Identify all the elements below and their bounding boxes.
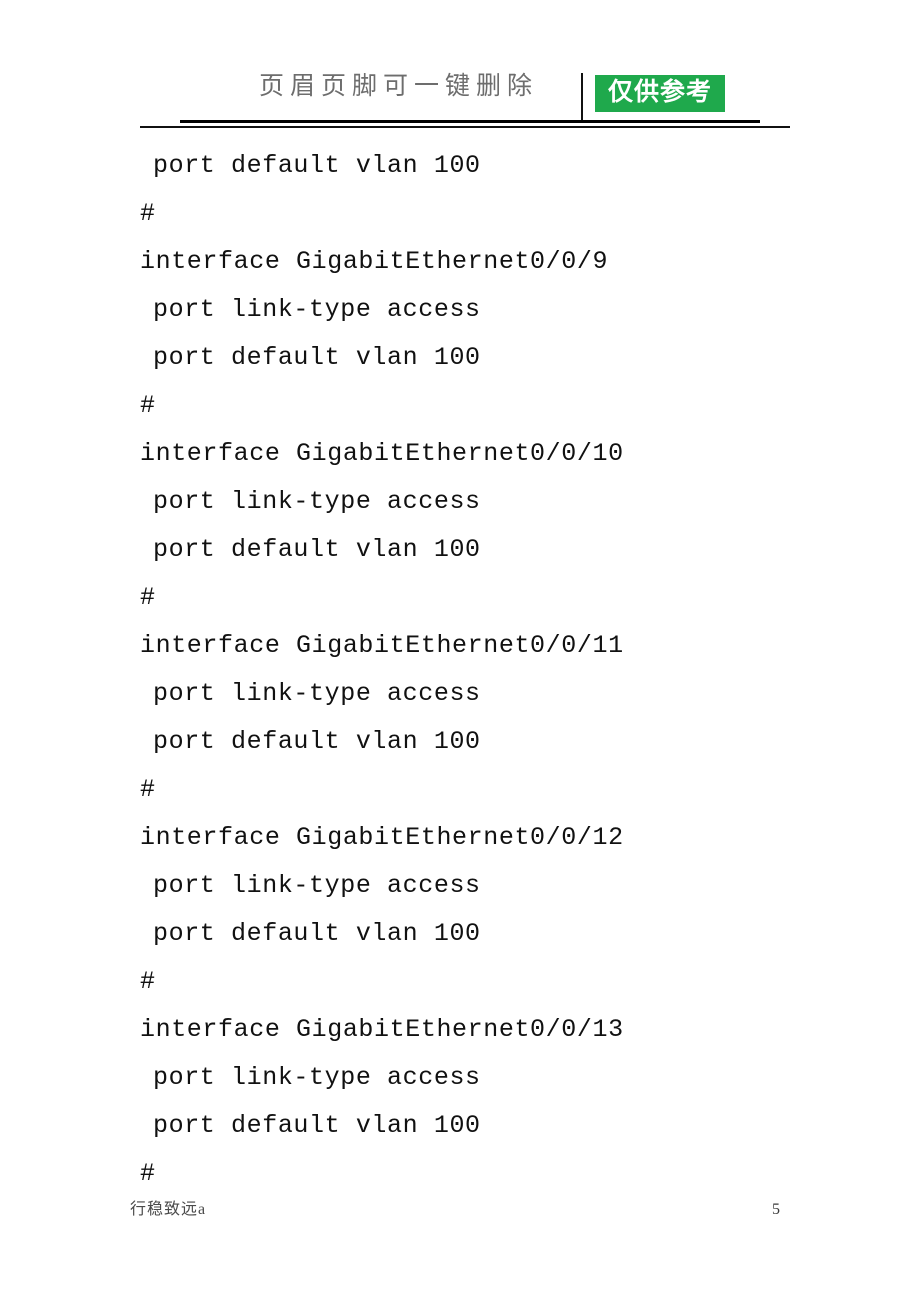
header-note-text: 页眉页脚可一键删除 [258, 73, 538, 100]
config-line: # [140, 967, 156, 996]
config-line: interface GigabitEthernet0/0/13 [140, 1015, 624, 1044]
config-line: interface GigabitEthernet0/0/11 [140, 631, 624, 660]
header-rule-outer [140, 126, 790, 128]
config-line: port link-type access [153, 679, 481, 708]
config-line: # [140, 1159, 156, 1188]
config-line: interface GigabitEthernet0/0/9 [140, 247, 609, 276]
page-header: 页眉页脚可一键删除 仅供参考 [0, 0, 920, 132]
config-line: port default vlan 100 [153, 151, 481, 180]
config-line: port default vlan 100 [153, 343, 481, 372]
config-line: port link-type access [153, 1063, 481, 1092]
config-line: # [140, 775, 156, 804]
config-line: port link-type access [153, 871, 481, 900]
page-footer: 行稳致远a 5 [0, 1198, 920, 1238]
header-content: 页眉页脚可一键删除 仅供参考 [140, 62, 790, 124]
config-line: port link-type access [153, 487, 481, 516]
config-line: # [140, 391, 156, 420]
document-page: 页眉页脚可一键删除 仅供参考 port default vlan 100 # int… [0, 0, 920, 1302]
config-line: # [140, 199, 156, 228]
header-rule-inner [180, 120, 760, 123]
config-line: interface GigabitEthernet0/0/10 [140, 439, 624, 468]
config-line: interface GigabitEthernet0/0/12 [140, 823, 624, 852]
config-line: port default vlan 100 [153, 1111, 481, 1140]
config-line: # [140, 583, 156, 612]
config-line: port default vlan 100 [153, 919, 481, 948]
reference-only-badge: 仅供参考 [595, 75, 726, 112]
config-line: port default vlan 100 [153, 727, 481, 756]
page-number: 5 [772, 1201, 780, 1218]
footer-watermark-text: 行稳致远a [130, 1201, 207, 1218]
header-vertical-divider [581, 73, 583, 123]
config-line: port link-type access [153, 295, 481, 324]
config-line: port default vlan 100 [153, 535, 481, 564]
config-listing: port default vlan 100 # interface GigabitE… [140, 142, 840, 1198]
